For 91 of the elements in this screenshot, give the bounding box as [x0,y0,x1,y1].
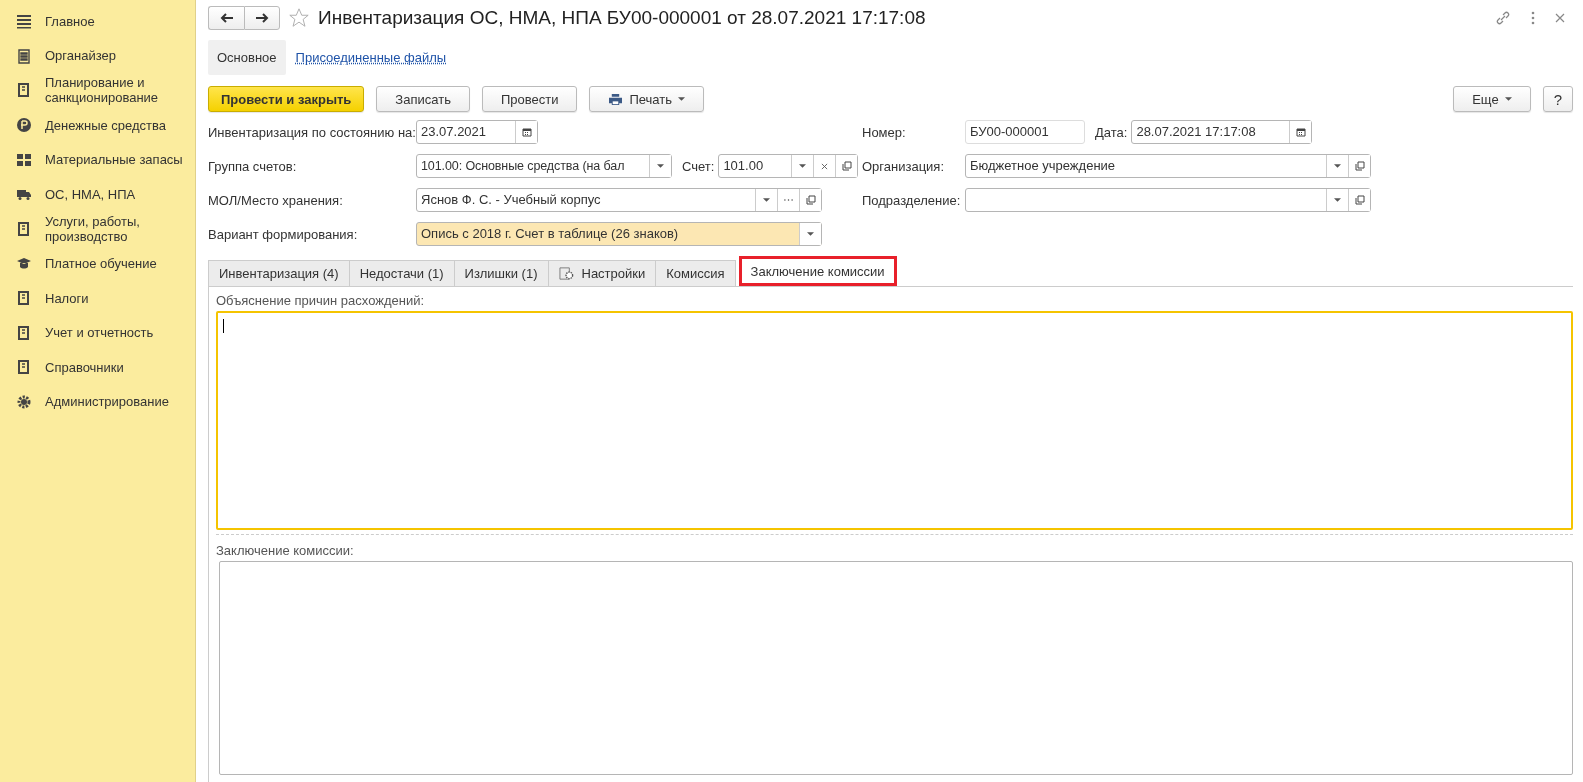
calendar-icon [521,127,532,137]
dropdown-button[interactable] [799,223,821,245]
sidebar-item[interactable]: Планирование и санкционирование [0,73,195,108]
open-button[interactable] [1348,155,1370,177]
sidebar-item[interactable]: Главное [0,4,195,39]
field-label: Вариант формирования: [208,226,359,242]
calendar-button[interactable] [1289,121,1312,143]
caret-icon [657,164,664,168]
settings-icon [558,266,574,281]
more-icon[interactable] [1531,11,1535,25]
section-icon [16,324,32,341]
division-field[interactable] [965,188,1371,212]
print-button[interactable]: Печать [589,86,704,112]
more-button[interactable]: Еще [1453,86,1531,112]
window-title: Инвентаризация ОС, НМА, НПА БУ00-000001 от 28.07.2021 17:17:08 [318,7,927,29]
section-icon [16,290,32,307]
field-label: Подразделение: [862,192,962,208]
tab[interactable]: Недостачи (1) [348,260,455,286]
organization-field[interactable]: Бюджетное учреждение [965,154,1371,178]
sidebar-item[interactable]: Учет и отчетность [0,315,195,350]
caret-icon [1334,198,1341,202]
dropdown-button[interactable] [649,155,671,177]
sidebar-item[interactable]: Справочники [0,349,195,385]
number-field[interactable]: БУ00-000001 [965,120,1085,144]
section-icon [16,151,32,168]
sidebar-item[interactable]: Органайзер [0,38,195,74]
open-button[interactable] [1348,189,1370,211]
sidebar-item[interactable]: Денежные средства [0,107,195,143]
sidebar-item[interactable]: Материальные запасы [0,142,195,177]
calendar-icon [1295,127,1306,137]
tab[interactable]: Настройки [547,260,657,286]
printer-icon [608,92,624,106]
field-label: Заключение комиссии: [216,543,355,558]
caret-icon [807,232,814,236]
section-link[interactable]: Присоединенные файлы [295,49,447,65]
tab[interactable]: Комиссия [655,260,736,286]
calendar-button[interactable] [515,121,537,143]
open-icon [841,161,852,171]
field-label: Объяснение причин расхождений: [216,293,426,308]
section-icon [16,117,32,134]
date-field[interactable]: 28.07.2021 17:17:08 [1131,120,1313,144]
clear-icon [821,162,829,170]
sidebar-item[interactable]: Платное обучение [0,246,195,281]
field-label: Группа счетов: [208,158,298,174]
open-icon [1354,195,1365,205]
link-icon[interactable] [1495,10,1511,26]
open-icon [1354,161,1365,171]
caret-icon [1334,164,1341,168]
account-group-field[interactable]: 101.00: Основные средства (на бал [416,154,672,178]
back-button[interactable] [208,6,244,30]
back-arrow-icon [219,13,234,23]
date-field[interactable]: 23.07.2021 [416,120,538,144]
variant-field[interactable]: Опись с 2018 г. Счет в таблице (26 знаков) [416,222,822,246]
section-icon [16,393,32,410]
caret-icon [1504,97,1512,101]
field-label: Номер: [862,124,907,140]
sidebar-item[interactable]: Услуги, работы, производство [0,211,195,247]
help-button[interactable]: ? [1542,86,1573,112]
field-label: МОЛ/Место хранения: [208,192,344,208]
section-icon [16,82,32,99]
tab[interactable]: Заключение комиссии [738,256,897,286]
open-button[interactable] [835,155,858,177]
caret-icon [763,198,770,202]
toolbar-button[interactable]: Провести [481,86,578,112]
section-icon [16,359,32,376]
sidebar-item[interactable]: Администрирование [0,384,195,420]
field-label: Организация: [862,158,946,174]
caret-icon [678,97,685,101]
post-close-button[interactable]: Провести и закрыть [208,86,365,112]
storage-field[interactable]: Яснов Ф. С. - Учебный корпус [416,188,822,212]
toolbar-button[interactable]: Записать [376,86,470,112]
account-field[interactable]: 101.00 [718,154,859,178]
section-icon [16,13,32,30]
section-icon [16,47,32,64]
field-label: Счет: [682,158,715,174]
close-icon[interactable] [1555,13,1565,23]
open-icon [805,195,816,205]
tab[interactable]: Излишки (1) [453,260,549,286]
text-cursor [223,319,224,333]
sidebar-item[interactable]: Налоги [0,280,195,316]
open-button[interactable] [799,189,821,211]
field-label: Дата: [1095,124,1128,140]
section-tab[interactable]: Основное [208,39,286,75]
tab[interactable]: Инвентаризация (4) [208,260,350,286]
field-label: Инвентаризация по состоянию на: [208,124,416,140]
star-icon[interactable] [288,7,310,29]
forward-button[interactable] [244,6,280,30]
section-icon [16,220,32,237]
forward-arrow-icon [255,13,269,23]
caret-icon [799,164,807,168]
sidebar-item[interactable]: ОС, НМА, НПА [0,176,195,212]
